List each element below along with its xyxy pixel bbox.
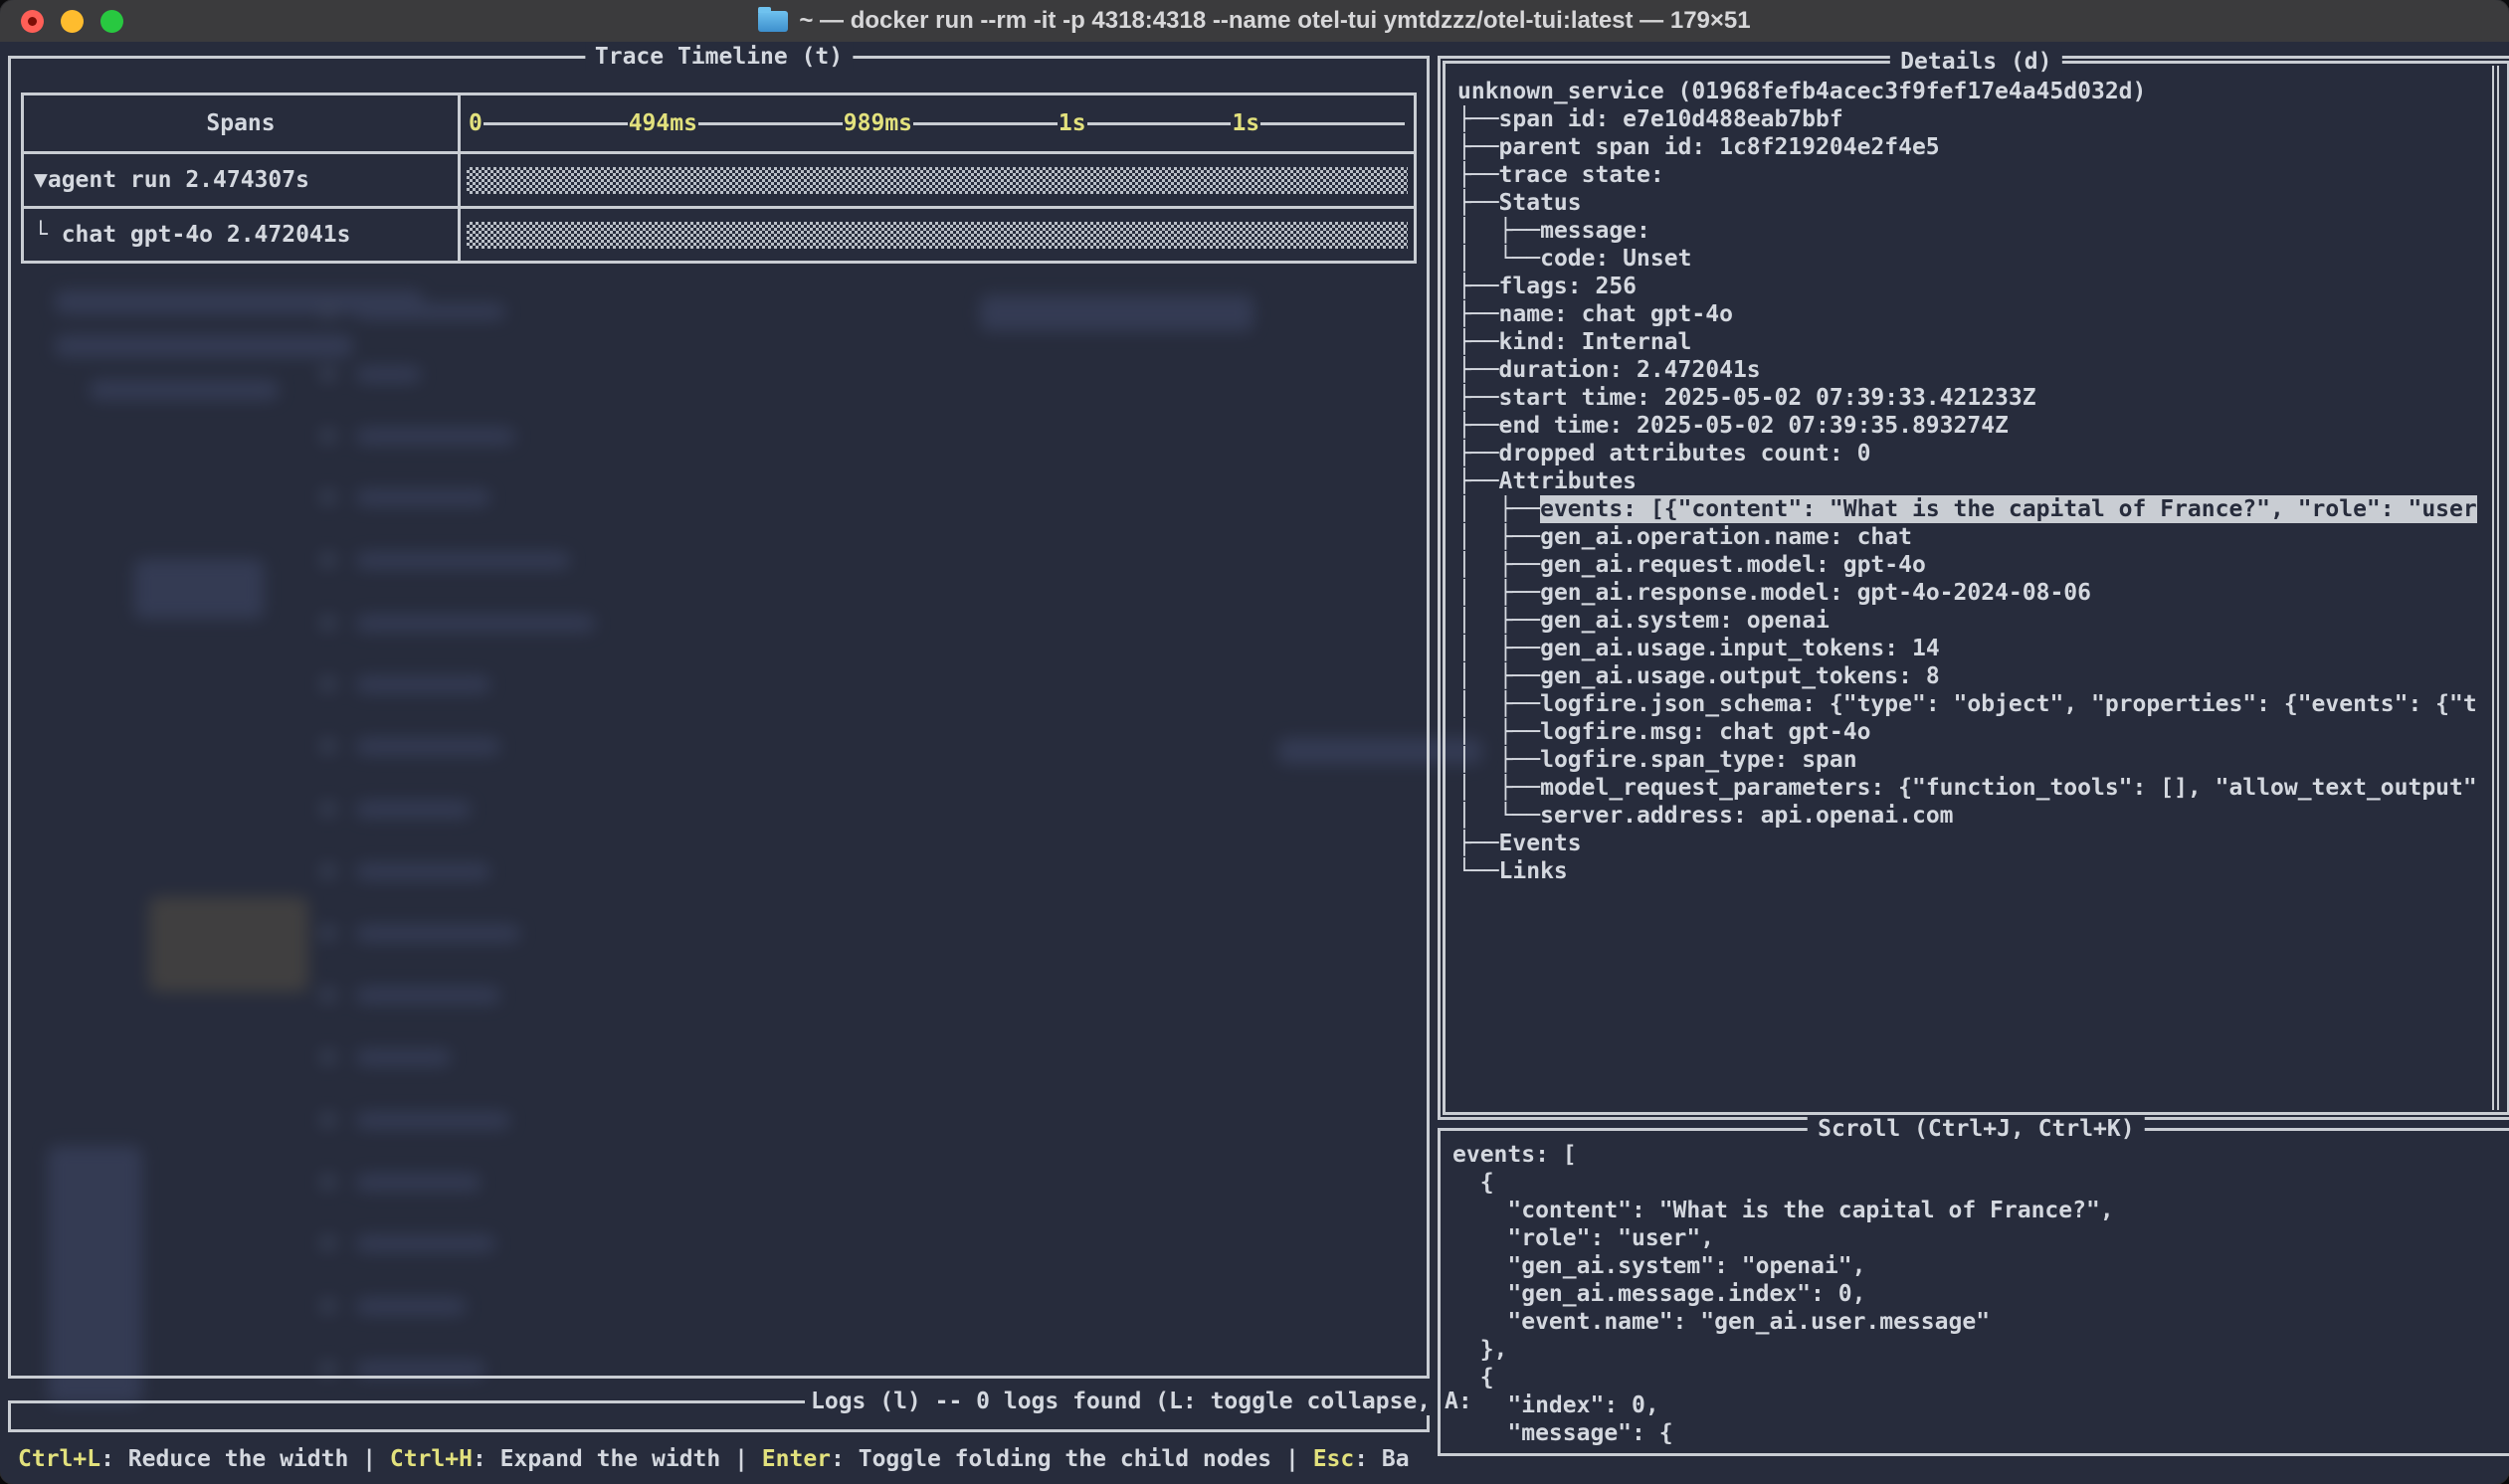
timeline-tick: 1s bbox=[1059, 109, 1086, 137]
titlebar[interactable]: ~ — docker run --rm -it -p 4318:4318 --n… bbox=[0, 0, 2509, 42]
terminal-content: Trace Timeline (t) Spans 0 494ms 989ms 1s 1s… bbox=[0, 42, 2509, 1484]
span-label: └ chat gpt-4o 2.472041s bbox=[34, 221, 351, 249]
scroll-json-content[interactable]: events: [ { "content": "What is the capi… bbox=[1441, 1131, 2509, 1453]
details-line[interactable]: │ ├──logfire.msg: chat gpt-4o bbox=[1457, 718, 2477, 746]
timeline-dash-line bbox=[483, 122, 628, 125]
details-line[interactable]: └──Links bbox=[1457, 857, 2477, 885]
details-tree[interactable]: unknown_service (01968fefb4acec3f9fef17e… bbox=[1446, 64, 2507, 1112]
details-line[interactable]: ├──flags: 256 bbox=[1457, 273, 2477, 300]
details-line-selected[interactable]: │ ├──events: [{"content": "What is the c… bbox=[1457, 495, 2477, 523]
details-line[interactable]: ├──start time: 2025-05-02 07:39:33.42123… bbox=[1457, 384, 2477, 412]
spans-table: Spans 0 494ms 989ms 1s 1s ▼agent run 2.47430… bbox=[21, 93, 1417, 264]
details-line[interactable]: │ ├──gen_ai.operation.name: chat bbox=[1457, 523, 2477, 551]
details-line[interactable]: │ ├──logfire.json_schema: {"type": "obje… bbox=[1457, 690, 2477, 718]
timeline-dash-line bbox=[1260, 122, 1405, 125]
trace-timeline-panel[interactable]: Trace Timeline (t) Spans 0494ms989ms1s1s… bbox=[8, 56, 1430, 1379]
details-line[interactable]: │ └──code: Unset bbox=[1457, 245, 2477, 273]
left-column: Trace Timeline (t) Spans 0494ms989ms1s1s… bbox=[8, 56, 1430, 1484]
spans-table-header: Spans 0 494ms 989ms 1s 1s bbox=[24, 95, 1414, 151]
details-scrollbar[interactable] bbox=[2492, 66, 2499, 1110]
details-line[interactable]: ├──duration: 2.472041s bbox=[1457, 356, 2477, 384]
details-panel[interactable]: Details (d) unknown_service (01968fefb4a… bbox=[1438, 56, 2509, 1120]
details-line[interactable]: │ ├──model_request_parameters: {"functio… bbox=[1457, 774, 2477, 802]
traffic-lights bbox=[21, 10, 123, 33]
close-button[interactable] bbox=[21, 10, 44, 33]
scroll-panel[interactable]: Scroll (Ctrl+J, Ctrl+K) events: [ { "con… bbox=[1438, 1128, 2509, 1456]
details-line[interactable]: │ ├──gen_ai.request.model: gpt-4o bbox=[1457, 551, 2477, 579]
details-line[interactable]: ├──parent span id: 1c8f219204e2f4e5 bbox=[1457, 133, 2477, 161]
window-title: ~ — docker run --rm -it -p 4318:4318 --n… bbox=[799, 0, 1750, 42]
details-line[interactable]: ├──end time: 2025-05-02 07:39:35.893274Z bbox=[1457, 412, 2477, 440]
status-bar: Ctrl+L: Reduce the width | Ctrl+H: Expan… bbox=[8, 1445, 1430, 1473]
timeline-dash-line bbox=[1087, 122, 1232, 125]
span-duration-bar bbox=[467, 167, 1408, 194]
statusbar-keybind: Esc bbox=[1313, 1446, 1355, 1472]
details-line[interactable]: │ ├──gen_ai.usage.output_tokens: 8 bbox=[1457, 662, 2477, 690]
timeline-dash-line bbox=[698, 122, 843, 125]
details-line[interactable]: │ ├──gen_ai.response.model: gpt-4o-2024-… bbox=[1457, 579, 2477, 607]
details-line[interactable]: │ ├──gen_ai.system: openai bbox=[1457, 607, 2477, 635]
statusbar-keybind: Enter bbox=[762, 1446, 831, 1472]
zoom-button[interactable] bbox=[100, 10, 123, 33]
span-duration-bar bbox=[467, 222, 1408, 249]
minimize-button[interactable] bbox=[61, 10, 84, 33]
spans-column-header: Spans bbox=[24, 95, 458, 151]
terminal-window: ~ — docker run --rm -it -p 4318:4318 --n… bbox=[0, 0, 2509, 1484]
timeline-tick: 1s bbox=[1232, 109, 1259, 137]
window-title-group: ~ — docker run --rm -it -p 4318:4318 --n… bbox=[758, 0, 1750, 42]
folder-icon bbox=[758, 11, 788, 32]
timeline-dash-line bbox=[913, 122, 1058, 125]
details-panel-title: Details (d) bbox=[1890, 48, 2061, 76]
details-line[interactable]: unknown_service (01968fefb4acec3f9fef17e… bbox=[1457, 78, 2477, 105]
timeline-tick: 0 bbox=[469, 109, 482, 137]
details-line[interactable]: │ ├──logfire.span_type: span bbox=[1457, 746, 2477, 774]
scroll-panel-title: Scroll (Ctrl+J, Ctrl+K) bbox=[1808, 1115, 2145, 1143]
details-line[interactable]: ├──span id: e7e10d488eab7bbf bbox=[1457, 105, 2477, 133]
trace-timeline-title: Trace Timeline (t) bbox=[585, 43, 853, 71]
logs-panel[interactable]: Logs (l) -- 0 logs found (L: toggle coll… bbox=[8, 1400, 1430, 1432]
span-label: ▼agent run 2.474307s bbox=[34, 166, 309, 194]
details-line[interactable]: ├──Status bbox=[1457, 189, 2477, 217]
span-row[interactable]: └ chat gpt-4o 2.472041s bbox=[24, 206, 1414, 261]
details-line[interactable]: ├──name: chat gpt-4o bbox=[1457, 300, 2477, 328]
right-column: Details (d) unknown_service (01968fefb4a… bbox=[1438, 56, 2509, 1484]
details-line[interactable]: │ ├──message: bbox=[1457, 217, 2477, 245]
timeline-tick: 494ms bbox=[629, 109, 697, 137]
statusbar-keybind: Ctrl+L bbox=[18, 1446, 100, 1472]
timeline-scale: 0 494ms 989ms 1s 1s bbox=[461, 109, 1414, 137]
statusbar-keybind: Ctrl+H bbox=[390, 1446, 473, 1472]
details-line[interactable]: │ ├──gen_ai.usage.input_tokens: 14 bbox=[1457, 635, 2477, 662]
span-rows: ▼agent run 2.474307s └ chat gpt-4o 2.4720… bbox=[24, 151, 1414, 261]
timeline-tick: 989ms bbox=[844, 109, 912, 137]
span-row[interactable]: ▼agent run 2.474307s bbox=[24, 151, 1414, 206]
details-line[interactable]: ├──dropped attributes count: 0 bbox=[1457, 440, 2477, 467]
logs-panel-title: Logs (l) -- 0 logs found (L: toggle coll… bbox=[805, 1388, 1478, 1415]
details-line[interactable]: ├──Events bbox=[1457, 830, 2477, 857]
details-line[interactable]: │ └──server.address: api.openai.com bbox=[1457, 802, 2477, 830]
details-line[interactable]: ├──Attributes bbox=[1457, 467, 2477, 495]
details-line[interactable]: ├──kind: Internal bbox=[1457, 328, 2477, 356]
details-line[interactable]: ├──trace state: bbox=[1457, 161, 2477, 189]
